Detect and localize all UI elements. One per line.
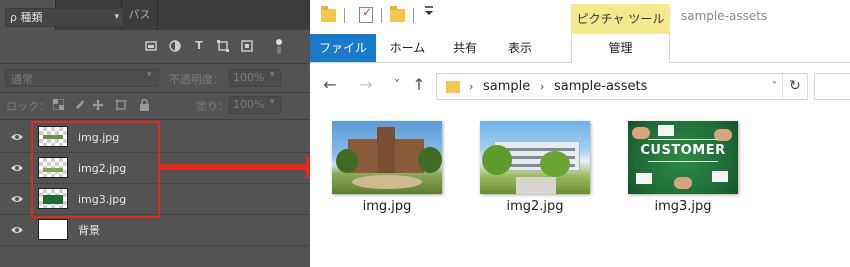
- eye-icon[interactable]: [11, 194, 23, 204]
- folder-icon[interactable]: [321, 6, 336, 22]
- arrow-shaft: [158, 164, 308, 170]
- thumb-shape: [336, 149, 358, 173]
- shape-filter-icon[interactable]: [217, 40, 229, 52]
- lock-all-icon[interactable]: [138, 98, 150, 111]
- customize-toolbar-icon[interactable]: [424, 5, 434, 20]
- opacity-value: 100%: [233, 71, 265, 84]
- tab-share[interactable]: 共有: [443, 34, 487, 62]
- thumb-shape: [648, 139, 718, 140]
- tab-view[interactable]: 表示: [496, 34, 544, 62]
- divider: [0, 119, 310, 120]
- filter-kind-label: 種類: [20, 11, 43, 24]
- folder-icon: [446, 81, 460, 93]
- lock-label: ロック：: [6, 100, 50, 113]
- chevron-right-icon[interactable]: ›: [469, 74, 473, 99]
- eye-icon[interactable]: [11, 225, 23, 235]
- tab-home[interactable]: ホーム: [380, 34, 435, 62]
- layer-kind-filter[interactable]: ρ 種類 ▾: [5, 8, 124, 27]
- chevron-down-icon: ▾: [270, 70, 275, 80]
- thumb-shape: [648, 161, 718, 162]
- file-thumbnail: [332, 121, 442, 194]
- recent-locations-icon[interactable]: ˅: [387, 74, 407, 96]
- file-thumbnail: [480, 121, 590, 194]
- window-title: sample-assets: [681, 9, 768, 23]
- lock-paint-icon[interactable]: [72, 99, 84, 111]
- new-folder-icon[interactable]: [390, 6, 405, 22]
- divider: [413, 8, 414, 23]
- file-item[interactable]: CUSTOMER img3.jpg: [618, 118, 748, 218]
- divider: [381, 8, 382, 23]
- breadcrumb-item[interactable]: sample: [483, 74, 530, 99]
- thumb-shape: [632, 127, 650, 139]
- layers-panel: レイヤー チャンネル パス ρ 種類 ▾ T 通常 ▾ 不透明度： 100% ▾…: [0, 0, 310, 267]
- navigation-bar: ← → ˅ ↑ › sample › sample-assets ˅ ↻: [310, 70, 850, 103]
- blend-mode-value: 通常: [11, 73, 33, 86]
- forward-arrow-icon[interactable]: →: [356, 74, 376, 96]
- chevron-down-icon: ▾: [114, 12, 119, 22]
- thumbnail-text: CUSTOMER: [640, 143, 726, 158]
- thumb-shape: [712, 171, 728, 182]
- layer-thumbnail: [38, 219, 68, 240]
- thumb-shape: [352, 175, 422, 189]
- divider: [344, 8, 345, 23]
- file-thumbnail: CUSTOMER: [628, 121, 738, 194]
- type-filter-icon[interactable]: T: [193, 40, 205, 52]
- properties-icon[interactable]: ✓: [359, 5, 373, 23]
- search-icon: ρ: [10, 11, 17, 24]
- tab-manage[interactable]: 管理: [571, 34, 670, 63]
- file-name: img.jpg: [362, 199, 412, 214]
- highlight-box: [31, 121, 160, 218]
- thumb-shape: [418, 147, 442, 173]
- file-item[interactable]: img.jpg: [322, 118, 452, 218]
- tab-file[interactable]: ファイル: [310, 34, 376, 62]
- layer-row-background[interactable]: 背景: [0, 215, 310, 246]
- tab-paths[interactable]: パス: [122, 0, 158, 30]
- thumb-shape: [636, 173, 652, 184]
- opacity-label: 不透明度：: [169, 73, 224, 86]
- layer-name: 背景: [78, 224, 100, 237]
- refresh-icon[interactable]: ↻: [782, 74, 807, 99]
- file-explorer-window: ✓ ピクチャ ツール sample-assets ファイル ホーム 共有 表示 …: [310, 0, 850, 267]
- divider: [0, 92, 310, 93]
- eye-icon[interactable]: [11, 163, 23, 173]
- chevron-down-icon: ▾: [270, 97, 275, 107]
- eye-icon[interactable]: [11, 132, 23, 142]
- file-name: img2.jpg: [506, 199, 564, 214]
- fill-label: 塗り：: [196, 100, 229, 113]
- smart-object-filter-icon[interactable]: [241, 40, 253, 52]
- file-name: img3.jpg: [654, 199, 712, 214]
- address-bar[interactable]: › sample › sample-assets ˅ ↻: [436, 73, 808, 100]
- adjustment-filter-icon[interactable]: [169, 40, 181, 52]
- file-item[interactable]: img2.jpg: [470, 118, 600, 218]
- chevron-down-icon[interactable]: ˅: [772, 74, 777, 99]
- thumb-shape: [516, 177, 556, 194]
- back-arrow-icon[interactable]: ←: [320, 74, 340, 96]
- thumb-shape: [482, 145, 512, 175]
- thumb-shape: [674, 177, 692, 189]
- image-filter-icon[interactable]: [145, 40, 157, 52]
- filter-toggle-icon[interactable]: [273, 38, 285, 54]
- search-input[interactable]: [814, 73, 850, 100]
- thumb-shape: [658, 125, 674, 136]
- lock-position-icon[interactable]: [92, 99, 104, 111]
- lock-artboard-icon[interactable]: [115, 99, 127, 111]
- up-arrow-icon[interactable]: ↑: [409, 74, 429, 96]
- divider: [0, 63, 310, 64]
- fill-value: 100%: [233, 98, 265, 111]
- chevron-right-icon[interactable]: ›: [540, 74, 544, 99]
- ribbon-tab-bar: ファイル ホーム 共有 表示 管理: [310, 34, 850, 63]
- thumb-shape: [540, 151, 570, 177]
- breadcrumb-item[interactable]: sample-assets: [554, 74, 647, 99]
- chevron-down-icon: ▾: [147, 70, 152, 80]
- tab-picture-tools[interactable]: ピクチャ ツール: [571, 4, 670, 34]
- thumb-shape: [377, 127, 395, 173]
- lock-transparent-icon[interactable]: [52, 98, 64, 111]
